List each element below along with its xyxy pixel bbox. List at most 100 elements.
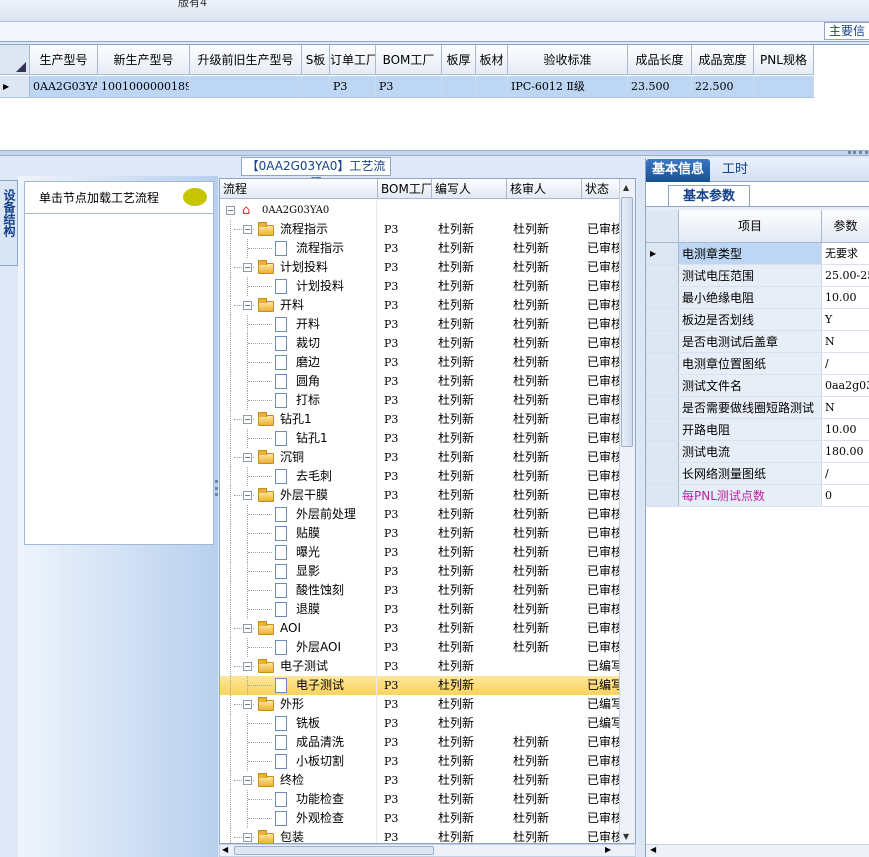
tab-basic-params[interactable]: 基本参数	[668, 185, 751, 207]
hscroll-thumb[interactable]	[234, 846, 434, 855]
tree-horizontal-scrollbar[interactable]: ◀ ▶	[219, 844, 636, 857]
tree-node[interactable]: − 外层干膜 P3 杜列新 杜列新 已审核	[220, 486, 620, 505]
grid-col-header[interactable]: S板	[302, 45, 330, 74]
param-value[interactable]: 无要求	[822, 243, 869, 264]
grid-col-header[interactable]: 板材	[476, 45, 508, 74]
tree-vertical-scrollbar[interactable]: ▲ ▼	[619, 179, 635, 843]
tree-node[interactable]: − ⌂ 0AA2G03YA0	[220, 201, 620, 220]
tree-node[interactable]: − 外形 P3 杜列新 已编写	[220, 695, 620, 714]
tree-node-cell[interactable]: 计划投料	[220, 277, 377, 296]
tree-node-cell[interactable]: 曝光	[220, 543, 377, 562]
tree-node[interactable]: 钻孔1 P3 杜列新 杜列新 已审核	[220, 429, 620, 448]
table-row[interactable]: ▶0AA2G03YA010010000001893 P3P3 IPC-6012 Ⅱ级…	[0, 76, 814, 98]
param-row[interactable]: 板边是否划线 Y	[646, 309, 869, 331]
node-panel[interactable]	[24, 213, 214, 545]
tree-node[interactable]: 小板切割 P3 杜列新 杜列新 已审核	[220, 752, 620, 771]
collapse-icon[interactable]: −	[243, 453, 252, 462]
tree-node[interactable]: 外层前处理 P3 杜列新 杜列新 已审核	[220, 505, 620, 524]
param-value[interactable]: 10.00	[822, 287, 869, 308]
tree-node[interactable]: 功能检查 P3 杜列新 杜列新 已审核	[220, 790, 620, 809]
grid-cell[interactable]: 10010000001893	[98, 76, 190, 97]
equipment-structure-tab[interactable]: 设备结构	[0, 180, 18, 266]
scroll-up-icon[interactable]: ▲	[623, 183, 629, 192]
param-row[interactable]: ▶ 电测章类型 无要求	[646, 243, 869, 265]
tree-node[interactable]: 磨边 P3 杜列新 杜列新 已审核	[220, 353, 620, 372]
param-row[interactable]: 每PNL测试点数 0	[646, 485, 869, 507]
tree-node[interactable]: − 钻孔1 P3 杜列新 杜列新 已审核	[220, 410, 620, 429]
param-row[interactable]: 开路电阻 10.00	[646, 419, 869, 441]
tree-node[interactable]: 酸性蚀刻 P3 杜列新 杜列新 已审核	[220, 581, 620, 600]
grid-col-header[interactable]: 成品宽度	[692, 45, 754, 74]
grid-cell[interactable]: 22.500	[692, 76, 754, 97]
param-value[interactable]: 180.00	[822, 441, 869, 462]
scroll-down-icon[interactable]: ▼	[623, 832, 629, 841]
collapse-icon[interactable]: −	[243, 662, 252, 671]
tree-node[interactable]: 曝光 P3 杜列新 杜列新 已审核	[220, 543, 620, 562]
param-value[interactable]: /	[822, 463, 869, 484]
scroll-right-icon[interactable]: ▶	[605, 845, 611, 854]
grid-col-header[interactable]: 生产型号	[30, 45, 98, 74]
tree-node-cell[interactable]: − 包装	[220, 828, 377, 843]
param-value[interactable]: 0	[822, 485, 869, 506]
tree-node-cell[interactable]: − ⌂ 0AA2G03YA0	[220, 201, 377, 220]
grid-cell[interactable]	[754, 76, 814, 97]
param-value[interactable]: Y	[822, 309, 869, 330]
tree-node-cell[interactable]: 钻孔1	[220, 429, 377, 448]
grid-col-header[interactable]: 新生产型号	[98, 45, 190, 74]
tree-scroll-thumb[interactable]	[621, 197, 633, 447]
param-value[interactable]: 10.00	[822, 419, 869, 440]
collapse-icon[interactable]: −	[243, 301, 252, 310]
tree-node[interactable]: − 电子测试 P3 杜列新 已编写	[220, 657, 620, 676]
grid-col-header[interactable]: PNL规格	[754, 45, 814, 74]
left-splitter-grip[interactable]	[215, 480, 218, 496]
tree-node[interactable]: 外观检查 P3 杜列新 杜列新 已审核	[220, 809, 620, 828]
grid-col-header[interactable]: 验收标准	[508, 45, 628, 74]
tree-node[interactable]: 去毛刺 P3 杜列新 杜列新 已审核	[220, 467, 620, 486]
param-row[interactable]: 是否电测试后盖章 N	[646, 331, 869, 353]
tree-node[interactable]: 打标 P3 杜列新 杜列新 已审核	[220, 391, 620, 410]
tree-col-header[interactable]: 编写人	[432, 179, 507, 198]
tree-node-cell[interactable]: 外层前处理	[220, 505, 377, 524]
tree-node-cell[interactable]: 铣板	[220, 714, 377, 733]
grid-cell[interactable]: P3	[376, 76, 442, 97]
collapse-icon[interactable]: −	[243, 624, 252, 633]
grid-cell[interactable]: 23.500	[628, 76, 692, 97]
tree-col-header[interactable]: BOM工厂	[378, 179, 432, 198]
tree-node[interactable]: 裁切 P3 杜列新 杜列新 已审核	[220, 334, 620, 353]
grid-col-header[interactable]: 升级前旧生产型号	[190, 45, 302, 74]
tree-node-cell[interactable]: 小板切割	[220, 752, 377, 771]
param-value[interactable]: /	[822, 353, 869, 374]
param-row[interactable]: 测试文件名 0aa2g03ya0	[646, 375, 869, 397]
tree-col-header[interactable]: 流程	[220, 179, 378, 198]
grid-cell[interactable]	[476, 76, 508, 97]
tree-node-cell[interactable]: 外层AOI	[220, 638, 377, 657]
param-row[interactable]: 最小绝缘电阻 10.00	[646, 287, 869, 309]
scroll-left-icon[interactable]: ◀	[222, 845, 228, 854]
param-row[interactable]: 电测章位置图纸 /	[646, 353, 869, 375]
tree-node[interactable]: − 流程指示 P3 杜列新 杜列新 已审核	[220, 220, 620, 239]
tree-node-cell[interactable]: − 流程指示	[220, 220, 377, 239]
tree-node[interactable]: − AOI P3 杜列新 杜列新 已审核	[220, 619, 620, 638]
grid-col-header[interactable]: BOM工厂	[376, 45, 442, 74]
tree-node[interactable]: 外层AOI P3 杜列新 杜列新 已审核	[220, 638, 620, 657]
tree-node-cell[interactable]: 贴膜	[220, 524, 377, 543]
collapse-icon[interactable]: −	[226, 206, 235, 215]
tree-node-cell[interactable]: − AOI	[220, 619, 377, 638]
collapse-icon[interactable]: −	[243, 776, 252, 785]
tree-node[interactable]: − 计划投料 P3 杜列新 杜列新 已审核	[220, 258, 620, 277]
tree-col-header[interactable]: 核审人	[507, 179, 582, 198]
tree-node-cell[interactable]: − 开料	[220, 296, 377, 315]
tree-node[interactable]: − 沉铜 P3 杜列新 杜列新 已审核	[220, 448, 620, 467]
tree-node[interactable]: 计划投料 P3 杜列新 杜列新 已审核	[220, 277, 620, 296]
tree-node-cell[interactable]: − 钻孔1	[220, 410, 377, 429]
grid-cell[interactable]: IPC-6012 Ⅱ级	[508, 76, 628, 97]
param-row[interactable]: 测试电流 180.00	[646, 441, 869, 463]
param-value[interactable]: N	[822, 397, 869, 418]
main-info-tab[interactable]: 主要信	[823, 22, 869, 40]
tree-node-cell[interactable]: 流程指示	[220, 239, 377, 258]
tree-node[interactable]: 贴膜 P3 杜列新 杜列新 已审核	[220, 524, 620, 543]
tree-node[interactable]: 铣板 P3 杜列新 已编写	[220, 714, 620, 733]
scroll-left-icon[interactable]: ◀	[650, 845, 656, 854]
tree-node[interactable]: − 终检 P3 杜列新 杜列新 已审核	[220, 771, 620, 790]
param-value[interactable]: 0aa2g03ya0	[822, 375, 869, 396]
